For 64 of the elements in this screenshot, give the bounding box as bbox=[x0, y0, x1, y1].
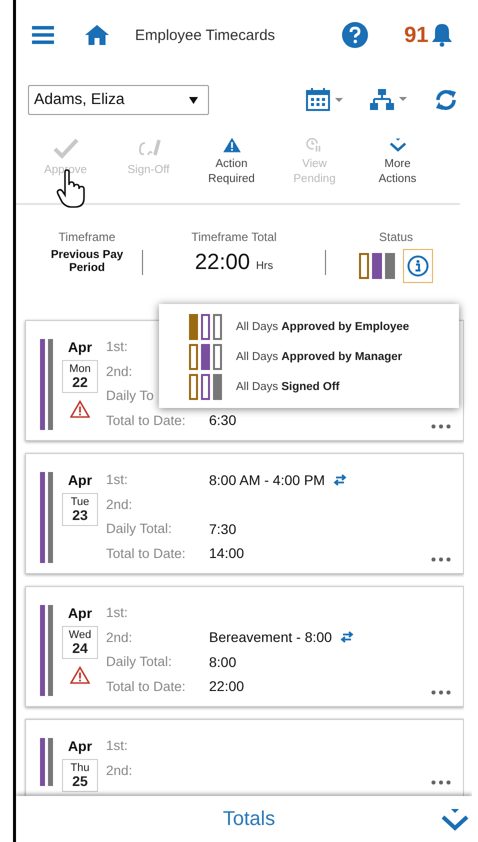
more-options-icon[interactable] bbox=[431, 424, 451, 429]
field-label: Total to Date: bbox=[106, 546, 187, 560]
field-label: 2nd: bbox=[106, 496, 134, 512]
menu-icon[interactable] bbox=[32, 25, 54, 45]
calendar-dropdown-icon[interactable] bbox=[306, 88, 346, 112]
help-icon[interactable] bbox=[342, 22, 368, 48]
totals-label[interactable]: Totals bbox=[222, 808, 276, 830]
field-value: 8:00 bbox=[209, 654, 236, 670]
more-options-icon[interactable] bbox=[431, 557, 451, 562]
timeframe-value[interactable]: Previous Pay Period bbox=[45, 249, 129, 275]
home-icon[interactable] bbox=[85, 25, 109, 45]
total-hours: 22:00 bbox=[194, 249, 250, 275]
day-card[interactable]: Apr Wed 24 1st: 2nd: Bereavement - 8:00 Daily Total: 8:00 Total to Date: 22:00 bbox=[25, 586, 464, 707]
field-label: 1st: bbox=[106, 605, 129, 620]
checkmark-icon bbox=[52, 137, 78, 159]
total-label: Timeframe Total bbox=[191, 230, 277, 244]
date-box: Tue 23 bbox=[62, 493, 98, 526]
field-label: Total to Date: bbox=[106, 412, 187, 428]
info-button[interactable] bbox=[403, 249, 433, 283]
toolbar-button[interactable]: Action Required bbox=[190, 137, 273, 187]
timeframe-label: Timeframe bbox=[58, 230, 116, 244]
field-value: 14:00 bbox=[209, 545, 244, 561]
legend-text: All Days Approved by Manager bbox=[236, 351, 402, 363]
swap-arrows-icon[interactable] bbox=[340, 631, 354, 643]
month-label: Apr bbox=[68, 339, 92, 355]
field-label: Daily To bbox=[106, 388, 155, 403]
field-label: Daily Total: bbox=[106, 654, 173, 669]
field-value: 8:00 AM - 4:00 PM bbox=[209, 472, 325, 488]
field-value: Bereavement - 8:00 bbox=[209, 629, 332, 645]
field-label: Daily Total: bbox=[106, 521, 173, 536]
swap-arrows-icon[interactable] bbox=[332, 474, 347, 486]
field-value: 6:30 bbox=[209, 412, 236, 428]
field-label: 1st: bbox=[106, 339, 129, 354]
field-label: 1st: bbox=[106, 738, 129, 753]
legend-text: All Days Approved by Employee bbox=[236, 321, 410, 333]
field-value: 7:30 bbox=[209, 520, 236, 536]
hours-unit: Hrs bbox=[256, 260, 274, 272]
refresh-icon[interactable] bbox=[434, 88, 458, 112]
status-label: Status bbox=[378, 230, 414, 244]
month-label: Apr bbox=[68, 738, 92, 754]
more-options-icon[interactable] bbox=[431, 780, 451, 785]
date-box: Wed 24 bbox=[62, 626, 98, 659]
bell-icon[interactable] bbox=[430, 23, 453, 47]
date-box: Thu 25 bbox=[62, 759, 98, 792]
field-label: Total to Date: bbox=[106, 678, 187, 694]
totals-bar[interactable]: Totals bbox=[16, 796, 472, 842]
caret-icon bbox=[189, 96, 198, 104]
date-box: Mon 22 bbox=[62, 360, 98, 393]
employee-dropdown[interactable]: Adams, Eliza bbox=[28, 85, 209, 115]
field-label: 1st: bbox=[106, 472, 129, 487]
field-value: 22:00 bbox=[209, 678, 244, 694]
field-label: 2nd: bbox=[106, 364, 134, 378]
chevron-down-icon[interactable] bbox=[440, 808, 470, 832]
more-options-icon[interactable] bbox=[431, 690, 451, 695]
field-label: 2nd: bbox=[106, 762, 134, 778]
field-label: 2nd: bbox=[106, 630, 134, 644]
page-title: Employee Timecards bbox=[135, 26, 276, 44]
legend-text: All Days Signed Off bbox=[236, 381, 340, 393]
notification-count[interactable]: 91 bbox=[404, 22, 429, 48]
toolbar-button[interactable]: More Actions bbox=[356, 137, 439, 187]
month-label: Apr bbox=[68, 472, 92, 488]
month-label: Apr bbox=[68, 605, 92, 621]
hierarchy-dropdown-icon[interactable] bbox=[370, 88, 410, 112]
day-card[interactable]: Apr Tue 23 1st: 8:00 AM - 4:00 PM 2nd: Daily Total: 7:30 Total to Date: 14:00 bbox=[25, 453, 464, 574]
